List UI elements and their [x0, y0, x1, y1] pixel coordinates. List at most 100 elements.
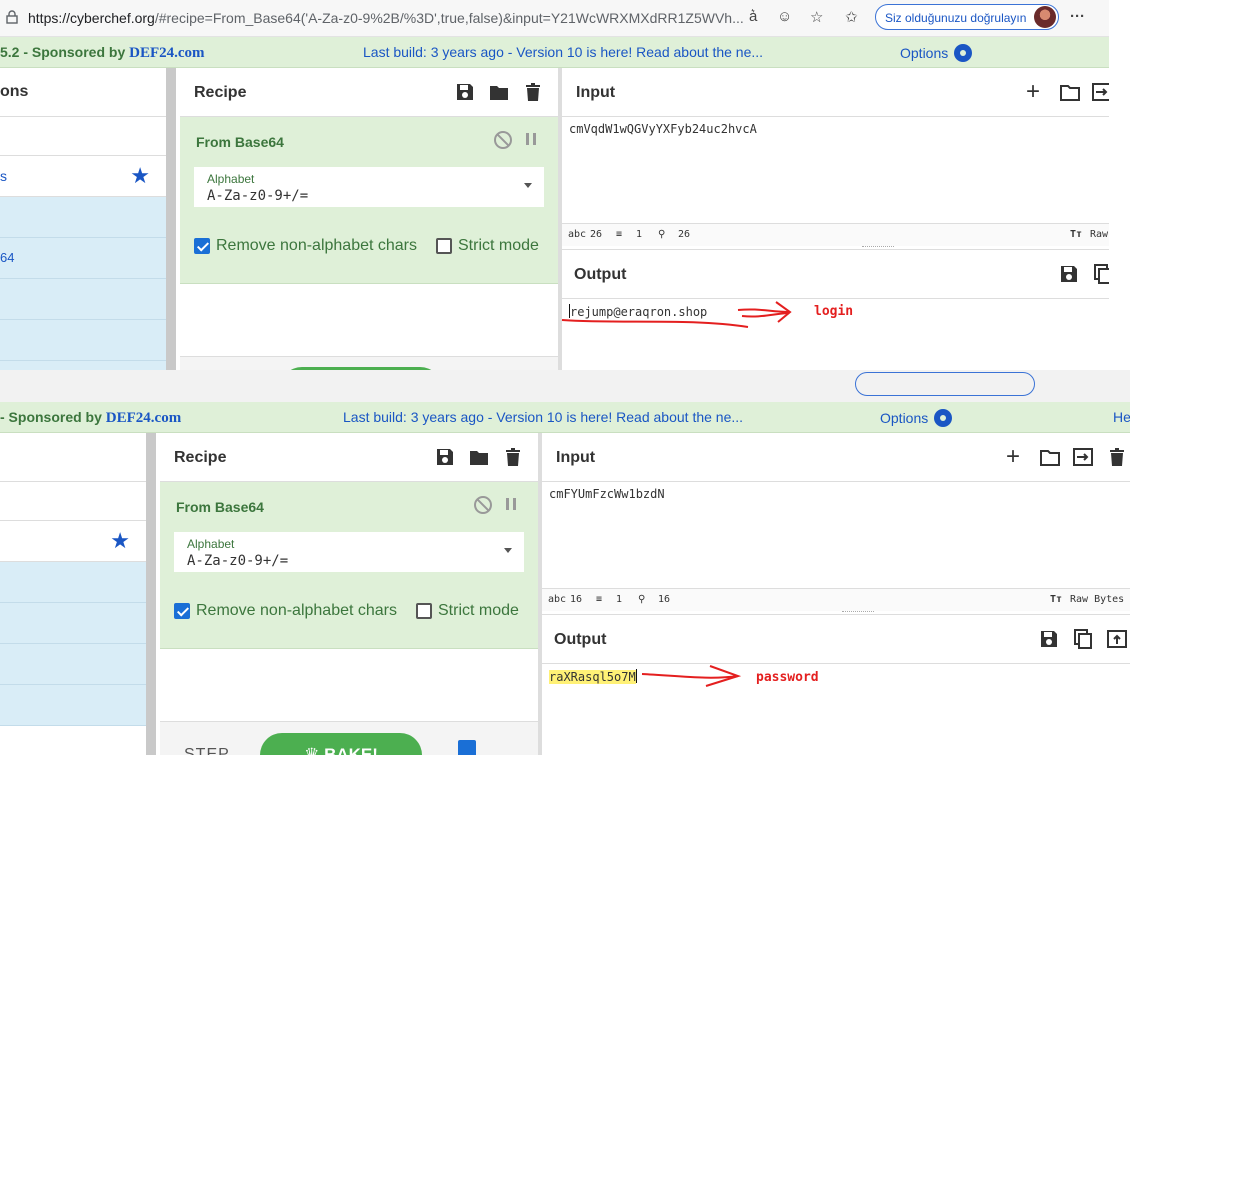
star-icon[interactable]: ★	[110, 530, 130, 552]
trash-icon[interactable]	[522, 81, 544, 103]
favorite-star-icon[interactable]: ☆	[810, 8, 823, 26]
location-icon: ⚲	[658, 229, 666, 240]
list-item[interactable]: 64	[0, 238, 166, 279]
operations-panel: ★	[0, 433, 147, 755]
remove-non-alphabet-checkbox[interactable]: Remove non-alphabet chars	[174, 602, 397, 620]
replace-input-icon[interactable]	[1106, 628, 1128, 650]
checkbox-icon[interactable]	[416, 603, 432, 619]
star-icon[interactable]: ★	[130, 165, 150, 187]
screenshot-password: - Sponsored by DEF24.com Last build: 3 y…	[0, 370, 1130, 755]
output-textarea[interactable]: raXRasql5o7M	[549, 669, 637, 684]
checkbox-icon[interactable]	[436, 238, 452, 254]
step-button[interactable]: STEP	[184, 746, 230, 755]
trash-icon[interactable]	[1106, 446, 1128, 468]
bake-button[interactable]: ♛ BAKE!	[260, 733, 422, 755]
pause-icon[interactable]	[506, 498, 516, 510]
sponsor-link[interactable]: DEF24.com	[106, 410, 181, 426]
list-item[interactable]	[0, 197, 166, 238]
list-item[interactable]	[0, 279, 166, 320]
strict-mode-checkbox[interactable]: Strict mode	[436, 237, 539, 255]
list-item[interactable]	[0, 685, 146, 726]
build-info-link[interactable]: Last build: 3 years ago - Version 10 is …	[363, 44, 763, 60]
favourites-category[interactable]: s ★	[0, 156, 166, 197]
options-button[interactable]: Options	[900, 44, 973, 62]
operation-from-base64[interactable]: From Base64 Alphabet A-Za-z0-9+/= Remove…	[180, 117, 560, 284]
cursor-position: 26	[678, 229, 691, 240]
input-textarea[interactable]: cmFYUmFzcWw1bzdN	[549, 487, 665, 501]
build-info-link[interactable]: Last build: 3 years ago - Version 10 is …	[343, 409, 743, 425]
operations-panel: ons s ★ 64	[0, 68, 167, 386]
help-button[interactable]: He	[1113, 409, 1130, 425]
raw-bytes-label[interactable]: Raw	[1090, 229, 1108, 240]
raw-bytes-label[interactable]: Raw Bytes	[1070, 594, 1124, 605]
gear-icon	[934, 409, 953, 427]
text-encoding-icon[interactable]: Tт	[1070, 229, 1082, 240]
list-item[interactable]	[0, 644, 146, 685]
options-button[interactable]: Options	[880, 409, 953, 427]
gear-icon	[954, 44, 973, 62]
alphabet-select[interactable]: Alphabet A-Za-z0-9+/=	[174, 532, 524, 572]
char-count: 26	[590, 229, 603, 240]
input-to-output-icon[interactable]	[1091, 81, 1109, 103]
chars-icon: abc	[548, 594, 567, 605]
operations-search[interactable]	[0, 482, 146, 521]
verify-identity-button[interactable]: Siz olduğunuzu doğrulayın	[875, 4, 1059, 30]
browser-address-bar[interactable]: https://cyberchef.org/#recipe=From_Base6…	[0, 0, 1109, 37]
io-panel: Input + cmVqdW1wQGVyYXFyb24uc2hvcA abc 26…	[562, 68, 1109, 386]
save-icon[interactable]	[454, 81, 476, 103]
list-item[interactable]	[0, 603, 146, 644]
selected-output-text[interactable]: raXRasql5o7M	[549, 670, 636, 684]
location-icon: ⚲	[638, 594, 646, 605]
lock-icon	[6, 10, 18, 24]
more-icon[interactable]: ···	[1070, 8, 1085, 25]
verify-identity-button[interactable]	[855, 372, 1035, 396]
panel-divider[interactable]	[166, 68, 176, 386]
output-textarea[interactable]: rejump@eraqron.shop	[569, 304, 707, 319]
pause-icon[interactable]	[526, 133, 536, 145]
add-tab-icon[interactable]: +	[1006, 443, 1028, 470]
annotation-password: password	[756, 670, 819, 685]
save-output-icon[interactable]	[1038, 628, 1060, 650]
sponsor-link[interactable]: DEF24.com	[129, 45, 204, 61]
save-icon[interactable]	[434, 446, 456, 468]
avatar	[1034, 6, 1056, 28]
copy-output-icon[interactable]	[1072, 628, 1094, 650]
checkbox-checked-icon[interactable]	[174, 603, 190, 619]
list-item[interactable]	[0, 320, 166, 361]
input-to-output-icon[interactable]	[1072, 446, 1094, 468]
input-textarea[interactable]: cmVqdW1wQGVyYXFyb24uc2hvcA	[569, 122, 757, 136]
folder-icon[interactable]	[468, 446, 490, 468]
remove-non-alphabet-checkbox[interactable]: Remove non-alphabet chars	[194, 237, 417, 255]
disable-icon[interactable]	[474, 496, 492, 514]
sponsor-banner: 5.2 - Sponsored by DEF24.com Last build:…	[0, 37, 1109, 68]
folder-icon[interactable]	[488, 81, 510, 103]
url-text[interactable]: https://cyberchef.org/#recipe=From_Base6…	[28, 10, 744, 26]
chef-icon: ♛	[304, 745, 325, 755]
alphabet-select[interactable]: Alphabet A-Za-z0-9+/=	[194, 167, 544, 207]
panel-divider[interactable]	[146, 433, 156, 755]
reader-icon[interactable]: ☺	[777, 8, 792, 25]
trash-icon[interactable]	[502, 446, 524, 468]
open-folder-icon[interactable]	[1059, 81, 1081, 103]
list-item[interactable]	[0, 562, 146, 603]
text-encoding-icon[interactable]: Tт	[1050, 594, 1062, 605]
open-folder-icon[interactable]	[1039, 446, 1061, 468]
favorites-list-icon[interactable]: ✩	[845, 8, 858, 26]
strict-mode-checkbox[interactable]: Strict mode	[416, 602, 519, 620]
copy-output-icon[interactable]	[1092, 263, 1109, 285]
translate-icon[interactable]: a͛	[749, 8, 757, 25]
disable-icon[interactable]	[494, 131, 512, 149]
io-panel: Input + cmFYUmFzcWw1bzdN abc 16 ≡ 1 ⚲ 16 Tт…	[542, 433, 1130, 755]
auto-bake-checkbox[interactable]	[458, 740, 476, 755]
operations-title	[0, 433, 146, 482]
checkbox-checked-icon[interactable]	[194, 238, 210, 254]
operations-search[interactable]	[0, 117, 166, 156]
favourites-category[interactable]: ★	[0, 521, 146, 562]
output-title: Output	[554, 631, 607, 648]
chars-icon: abc	[568, 229, 587, 240]
save-output-icon[interactable]	[1058, 263, 1080, 285]
add-tab-icon[interactable]: +	[1026, 78, 1048, 105]
output-title: Output	[574, 266, 627, 283]
operation-from-base64[interactable]: From Base64 Alphabet A-Za-z0-9+/= Remove…	[160, 482, 540, 649]
input-status-bar: abc 16 ≡ 1 ⚲ 16 Tт Raw Bytes	[542, 588, 1130, 611]
